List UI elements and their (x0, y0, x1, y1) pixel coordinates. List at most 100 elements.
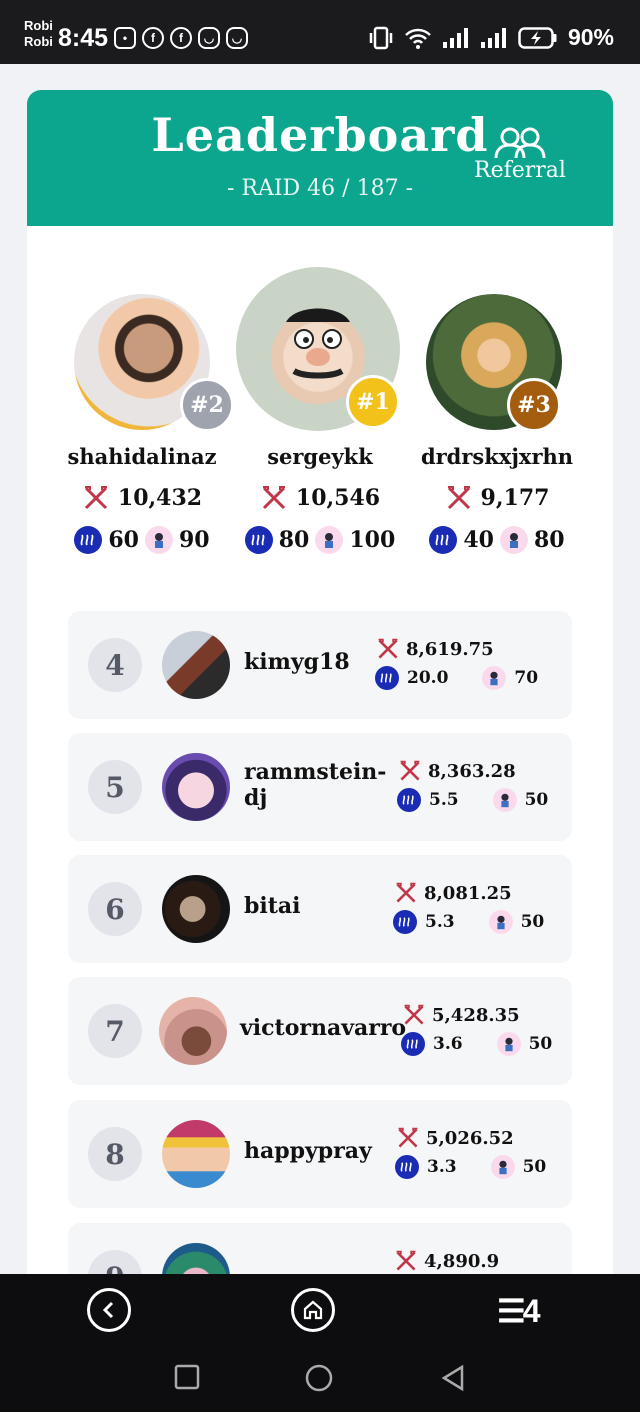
score-value: 8,081.25 (424, 882, 512, 904)
steem-value: 20.0 (407, 668, 449, 688)
mascot-value: 50 (520, 912, 545, 932)
rank-badge: #1 (346, 375, 400, 429)
steem-icon (375, 666, 399, 690)
leaderboard-card: Leaderboard - RAID 46 / 187 - Referral #… (27, 90, 613, 1290)
steem-icon (244, 526, 273, 554)
player-name: shahidalinaz (67, 444, 217, 469)
score-value: 4,890.9 (424, 1250, 500, 1272)
avatar (162, 631, 230, 699)
podium-first[interactable]: #1 sergeykk 10,546 80 100 (230, 90, 410, 590)
carrier-top: Robi (24, 18, 53, 33)
player-name: sergeykk (267, 444, 373, 469)
player-score: 5,026.52 (396, 1126, 514, 1150)
steem-value: 40 (463, 527, 494, 553)
score-value: 5,428.35 (432, 1004, 520, 1026)
clock: 8:45 (58, 24, 109, 52)
back-icon (102, 1301, 114, 1319)
rank-number: 8 (88, 1127, 142, 1181)
logo-bars-icon: ☰ (497, 1293, 526, 1329)
vibrate-icon (369, 26, 393, 49)
player-score: 5,428.35 (402, 1003, 520, 1027)
score-value: 8,363.28 (428, 760, 516, 782)
mascot-value: 90 (179, 527, 210, 553)
player-rewards: 5.5 50 (397, 788, 548, 812)
wifi-icon (405, 28, 431, 49)
leaderboard-row[interactable]: 7 victornavarro 5,428.35 3.6 50 (68, 977, 572, 1085)
leaderboard-row[interactable]: 4 kimyg18 8,619.75 20.0 70 (68, 611, 572, 719)
avatar (162, 753, 230, 821)
podium-second[interactable]: #2 shahidalinaz 10,432 60 90 (52, 90, 234, 590)
podium-third[interactable]: #3 drdrskxjxrhn 9,177 40 80 (407, 90, 587, 590)
avatar (162, 1120, 230, 1188)
mascot-value: 80 (534, 527, 565, 553)
swords-icon (400, 760, 420, 781)
steem-icon (397, 788, 421, 812)
score-value: 8,619.75 (406, 638, 494, 660)
player-name: victornavarro (240, 1015, 407, 1041)
system-status: 90% (368, 24, 614, 51)
player-rewards: 20.0 70 (375, 666, 538, 690)
player-rewards: 40 80 (407, 526, 587, 554)
player-score: 9,177 (407, 484, 587, 512)
system-home-button[interactable] (305, 1364, 333, 1396)
player-score: 10,546 (230, 484, 410, 512)
discord-icon: ◡ (226, 27, 248, 49)
leaderboard-row[interactable]: 8 happypray 5,026.52 3.3 50 (68, 1100, 572, 1208)
status-bar: Robi Robi 8:45 • f f ◡ ◡ 90% (0, 0, 640, 64)
app-logo[interactable]: ☰4 (497, 1292, 540, 1330)
app-bottom-nav: ☰4 (0, 1274, 640, 1344)
score-value: 5,026.52 (426, 1127, 514, 1149)
swords-icon (262, 486, 285, 510)
mascot-value: 70 (514, 668, 539, 688)
signal-icon (480, 27, 506, 48)
leaderboard-row[interactable]: 5 rammstein- dj 8,363.28 5.5 50 (68, 733, 572, 841)
facebook-icon: f (170, 27, 192, 49)
steem-value: 3.6 (433, 1034, 463, 1054)
player-score: 4,890.9 (394, 1249, 499, 1273)
player-rewards: 3.3 50 (395, 1155, 546, 1179)
home-circle-icon (305, 1364, 333, 1392)
back-button[interactable] (87, 1288, 131, 1332)
home-icon (303, 1300, 323, 1320)
carrier-label: Robi Robi (24, 18, 53, 50)
steem-value: 60 (108, 527, 139, 553)
swords-icon (396, 1250, 416, 1271)
player-rewards: 80 100 (230, 526, 410, 554)
player-score: 10,432 (52, 484, 232, 512)
rank-number: 5 (88, 760, 142, 814)
player-rewards: 60 90 (52, 526, 232, 554)
steem-value: 5.5 (429, 790, 459, 810)
player-score: 8,619.75 (376, 637, 494, 661)
rank-number: 6 (88, 882, 142, 936)
rank-badge: #2 (180, 378, 234, 432)
swords-icon (378, 638, 398, 659)
mascot-icon (488, 910, 513, 934)
signal-icon (442, 27, 468, 48)
player-name-line2: dj (244, 785, 268, 811)
rank-badge: #3 (507, 378, 561, 432)
recents-button[interactable] (174, 1364, 200, 1394)
mascot-icon (145, 526, 173, 554)
player-rewards: 3.6 50 (401, 1032, 552, 1056)
carrier-bottom: Robi (24, 34, 53, 49)
chat-icon: • (114, 27, 136, 49)
player-score: 8,363.28 (398, 759, 516, 783)
facebook-icon: f (142, 27, 164, 49)
swords-icon (447, 486, 470, 510)
mascot-icon (492, 788, 517, 812)
recents-icon (174, 1364, 200, 1390)
player-name: bitai (244, 893, 301, 919)
player-name: drdrskxjxrhn (420, 444, 574, 469)
rank-number: 4 (88, 638, 142, 692)
steem-icon (393, 910, 417, 934)
mascot-icon (482, 666, 507, 690)
home-button[interactable] (291, 1288, 335, 1332)
steem-icon (74, 526, 103, 554)
leaderboard-row[interactable]: 6 bitai 8,081.25 5.3 50 (68, 855, 572, 963)
steem-value: 3.3 (427, 1157, 457, 1177)
system-back-button[interactable] (440, 1364, 466, 1396)
mascot-value: 50 (522, 1157, 547, 1177)
battery-charging-icon (518, 26, 557, 49)
mascot-value: 50 (528, 1034, 553, 1054)
steem-icon (429, 526, 458, 554)
